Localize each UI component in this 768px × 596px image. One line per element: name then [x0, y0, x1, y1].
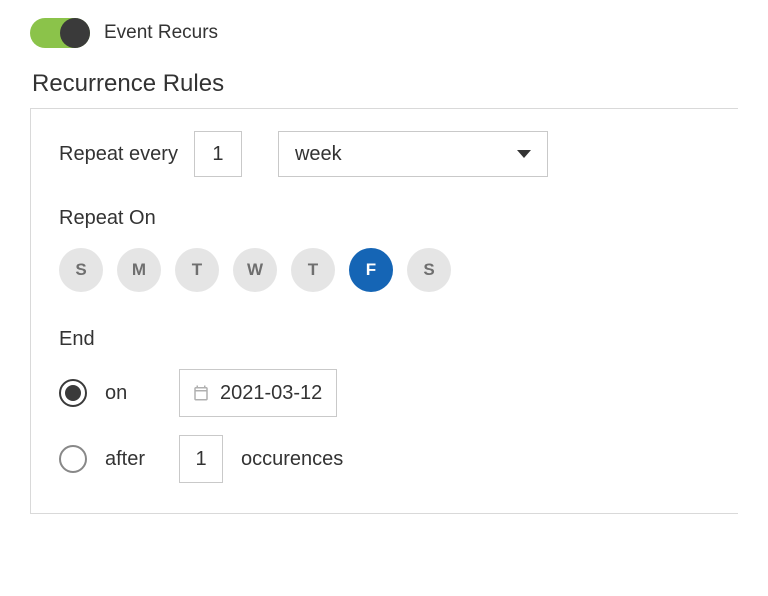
end-after-count-input[interactable] — [179, 435, 223, 483]
end-after-radio[interactable] — [59, 445, 87, 473]
chevron-down-icon — [517, 150, 531, 158]
end-on-date-value: 2021-03-12 — [220, 382, 322, 405]
repeat-interval-input[interactable] — [194, 131, 242, 177]
day-button-1[interactable]: M — [117, 248, 161, 292]
toggle-knob — [60, 18, 90, 48]
repeat-unit-select[interactable]: week — [278, 131, 548, 177]
event-recurs-toggle[interactable] — [30, 18, 90, 48]
end-after-suffix: occurences — [241, 448, 343, 471]
end-after-label: after — [105, 448, 155, 471]
end-on-date-input[interactable]: 2021-03-12 — [179, 369, 337, 417]
day-button-0[interactable]: S — [59, 248, 103, 292]
end-on-label: on — [105, 382, 155, 405]
repeat-every-label: Repeat every — [59, 143, 178, 166]
day-button-5[interactable]: F — [349, 248, 393, 292]
repeat-unit-value: week — [295, 143, 517, 166]
days-of-week: SMTWTFS — [59, 248, 710, 292]
recurrence-rules-heading: Recurrence Rules — [32, 70, 738, 98]
day-button-2[interactable]: T — [175, 248, 219, 292]
day-button-3[interactable]: W — [233, 248, 277, 292]
repeat-on-label: Repeat On — [59, 207, 710, 230]
end-label: End — [59, 328, 710, 351]
event-recurs-label: Event Recurs — [104, 22, 218, 44]
day-button-4[interactable]: T — [291, 248, 335, 292]
recurrence-rules-fieldset: Repeat every week Repeat On SMTWTFS End … — [30, 108, 738, 514]
end-on-radio[interactable] — [59, 379, 87, 407]
day-button-6[interactable]: S — [407, 248, 451, 292]
calendar-icon — [192, 384, 210, 402]
